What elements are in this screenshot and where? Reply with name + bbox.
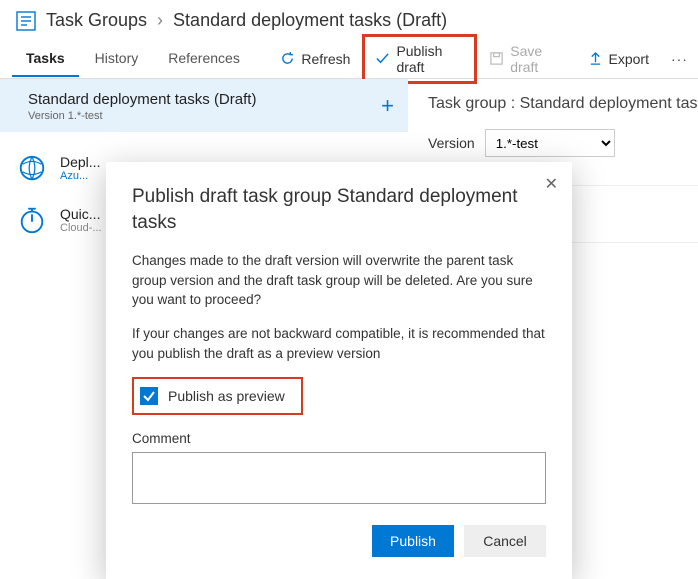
dialog-paragraph-1: Changes made to the draft version will o… <box>132 251 546 310</box>
dialog-paragraph-2: If your changes are not backward compati… <box>132 324 546 363</box>
refresh-icon <box>280 51 295 66</box>
check-icon <box>375 51 390 66</box>
stopwatch-icon <box>16 204 48 236</box>
task-title: Quic... <box>60 206 102 222</box>
export-button[interactable]: Export <box>578 45 659 73</box>
task-subtitle: Cloud-... <box>60 222 102 234</box>
export-icon <box>588 51 603 66</box>
chevron-right-icon: › <box>157 10 163 31</box>
version-row: Version 1.*-test <box>428 129 698 157</box>
publish-as-preview-label: Publish as preview <box>168 388 285 404</box>
right-header: Task group : Standard deployment tas <box>428 95 698 113</box>
tab-tasks[interactable]: Tasks <box>12 40 79 77</box>
add-task-button[interactable]: + <box>381 93 394 119</box>
refresh-button[interactable]: Refresh <box>270 45 360 73</box>
publish-draft-label: Publish draft <box>396 43 464 75</box>
toolbar: Tasks History References Refresh Publish… <box>0 39 698 79</box>
task-subtitle: Azu... <box>60 170 100 182</box>
refresh-label: Refresh <box>301 51 350 67</box>
save-draft-button: Save draft <box>479 37 575 81</box>
breadcrumb-root[interactable]: Task Groups <box>46 10 147 31</box>
task-group-version: Version 1.*-test <box>28 110 392 122</box>
export-label: Export <box>609 51 649 67</box>
publish-dialog: ✕ Publish draft task group Standard depl… <box>106 162 572 579</box>
task-title: Depl... <box>60 154 100 170</box>
publish-button[interactable]: Publish <box>372 525 454 557</box>
task-group-header[interactable]: Standard deployment tasks (Draft) Versio… <box>0 79 408 132</box>
dialog-title: Publish draft task group Standard deploy… <box>132 184 522 235</box>
close-icon[interactable]: ✕ <box>545 174 558 194</box>
version-select[interactable]: 1.*-test <box>485 129 615 157</box>
globe-icon <box>16 152 48 184</box>
task-group-icon <box>16 11 36 31</box>
cancel-button[interactable]: Cancel <box>464 525 546 557</box>
publish-draft-button[interactable]: Publish draft <box>362 34 477 84</box>
task-group-title: Standard deployment tasks (Draft) <box>28 91 392 108</box>
breadcrumb-current: Standard deployment tasks (Draft) <box>173 10 447 31</box>
dialog-actions: Publish Cancel <box>132 525 546 557</box>
save-icon <box>489 51 504 66</box>
save-draft-label: Save draft <box>510 43 565 75</box>
tab-history[interactable]: History <box>81 40 153 77</box>
version-label: Version <box>428 135 475 151</box>
comment-label: Comment <box>132 431 546 446</box>
more-menu-button[interactable]: ··· <box>661 45 698 73</box>
breadcrumb: Task Groups › Standard deployment tasks … <box>0 0 698 39</box>
tab-references[interactable]: References <box>154 40 254 77</box>
publish-as-preview-checkbox[interactable] <box>140 387 158 405</box>
comment-input[interactable] <box>132 452 546 504</box>
